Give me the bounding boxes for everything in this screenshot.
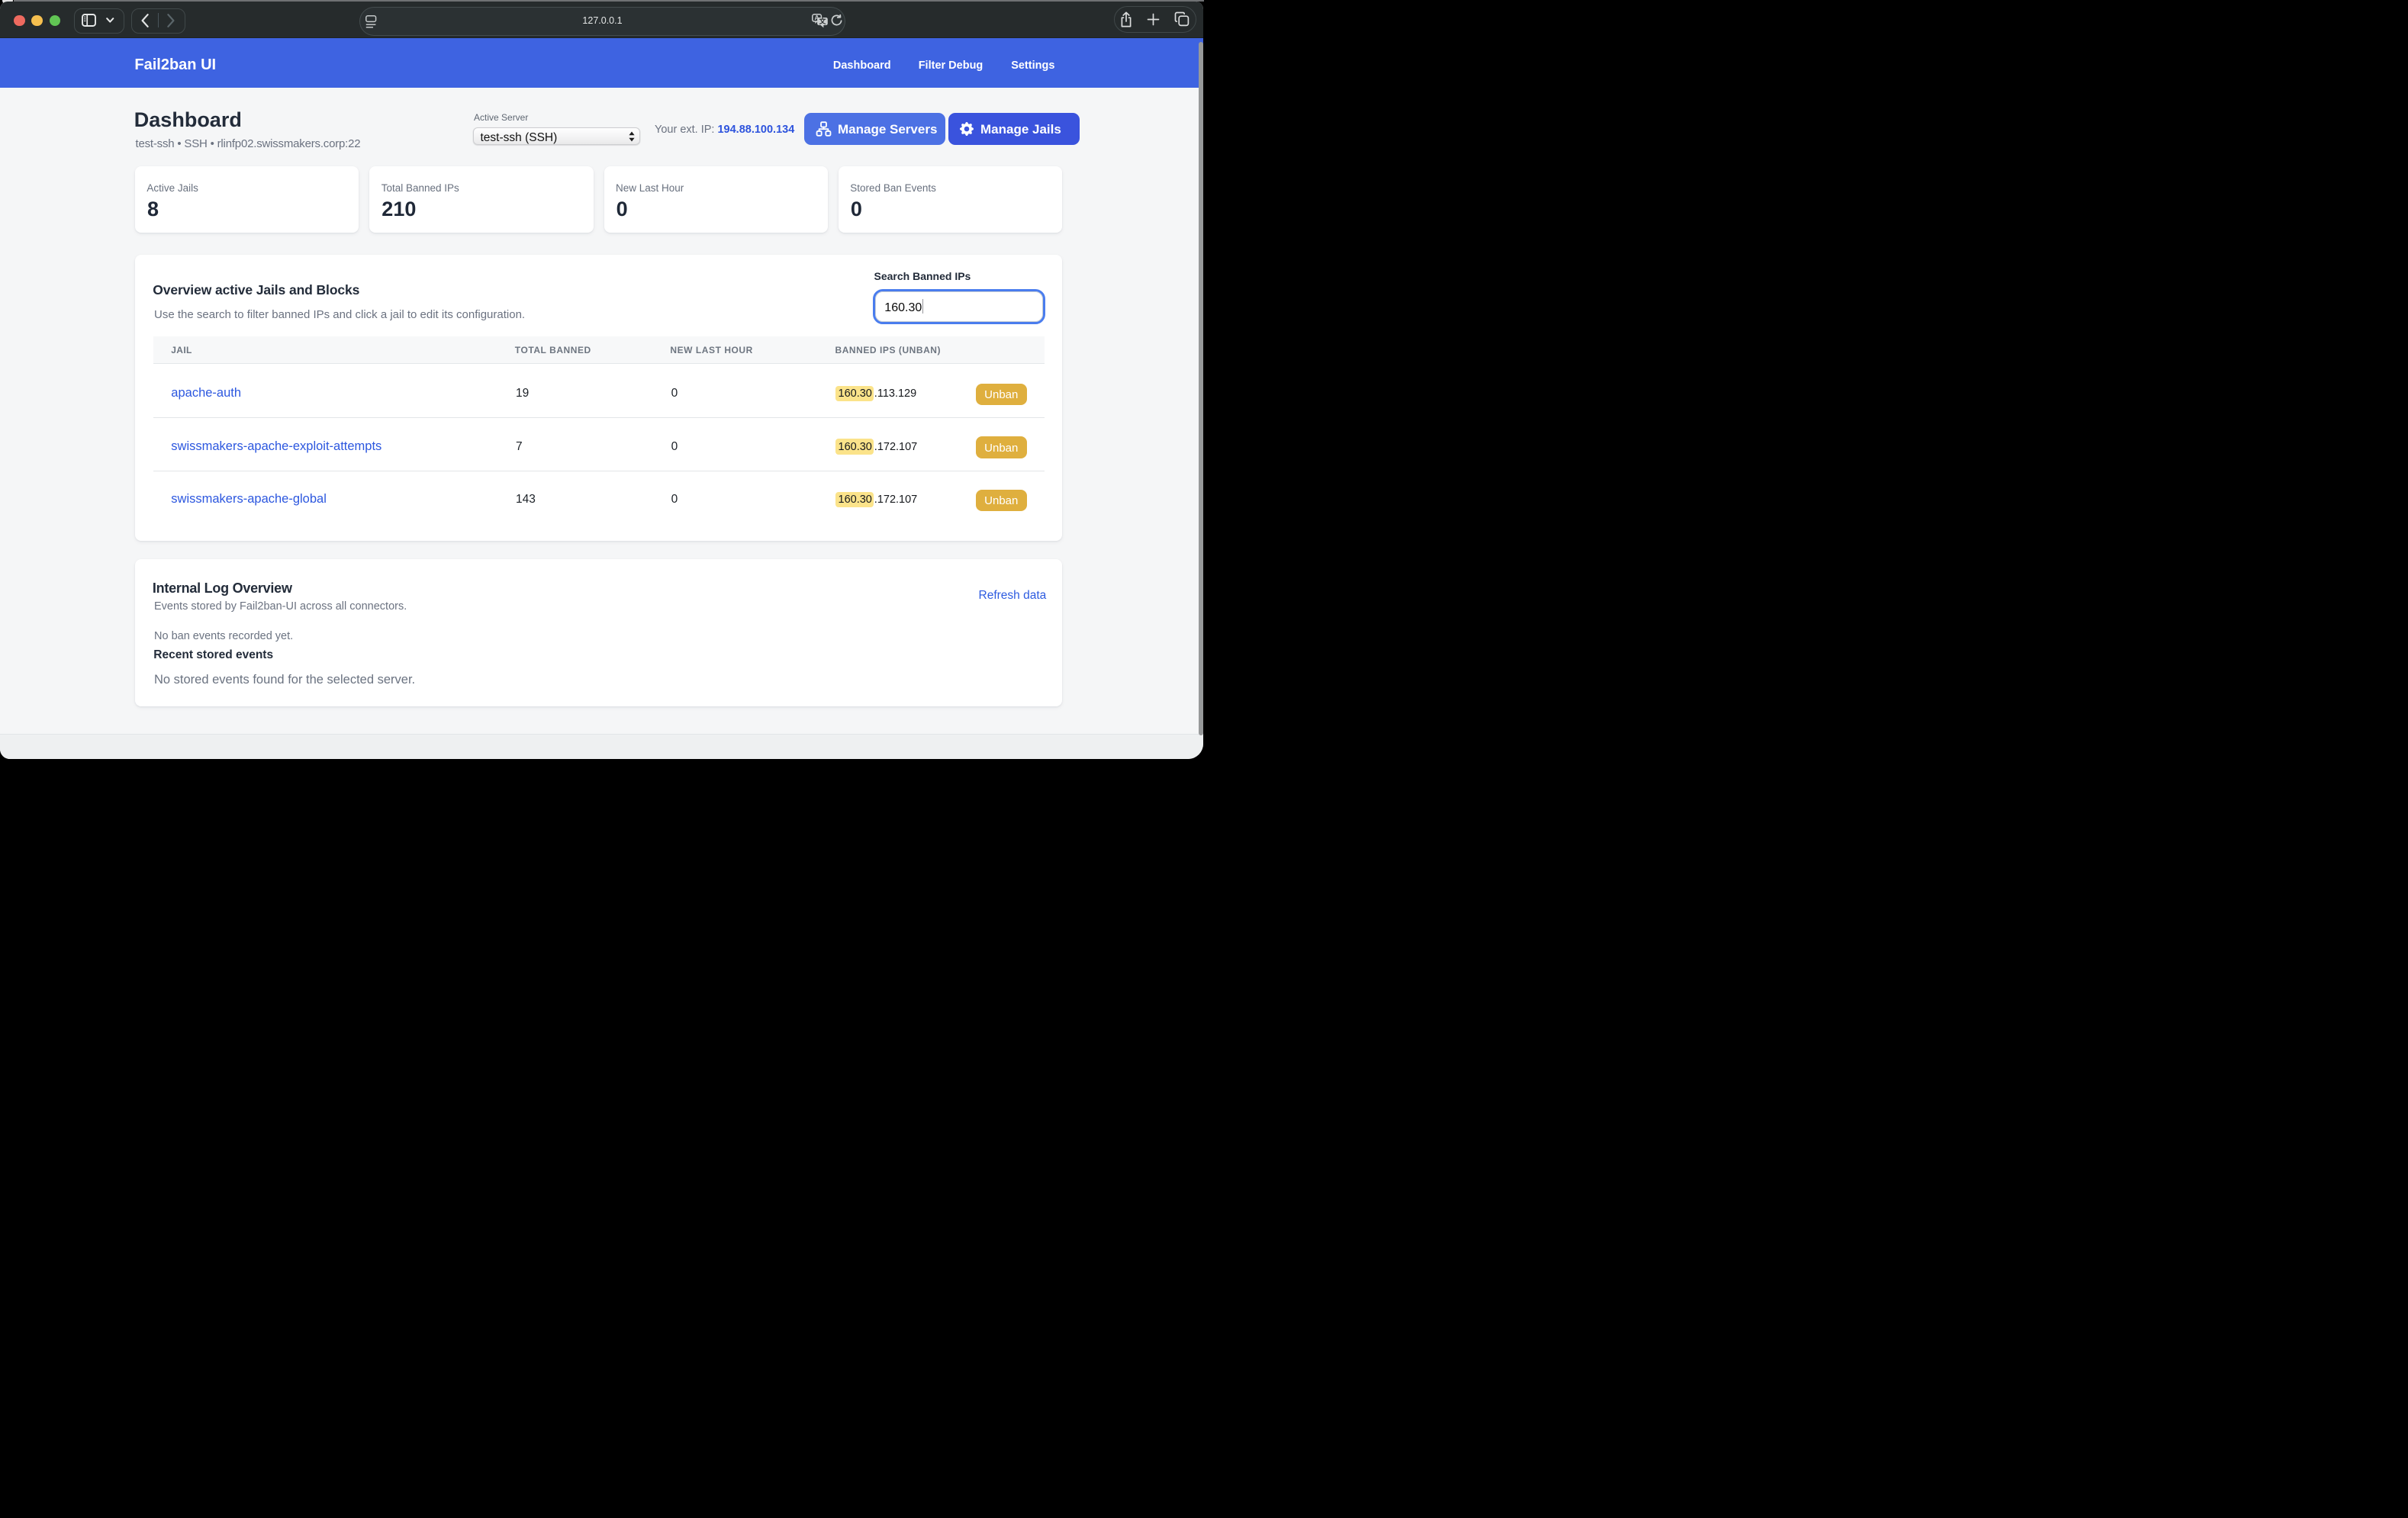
svg-text:文: 文 [818, 17, 826, 25]
